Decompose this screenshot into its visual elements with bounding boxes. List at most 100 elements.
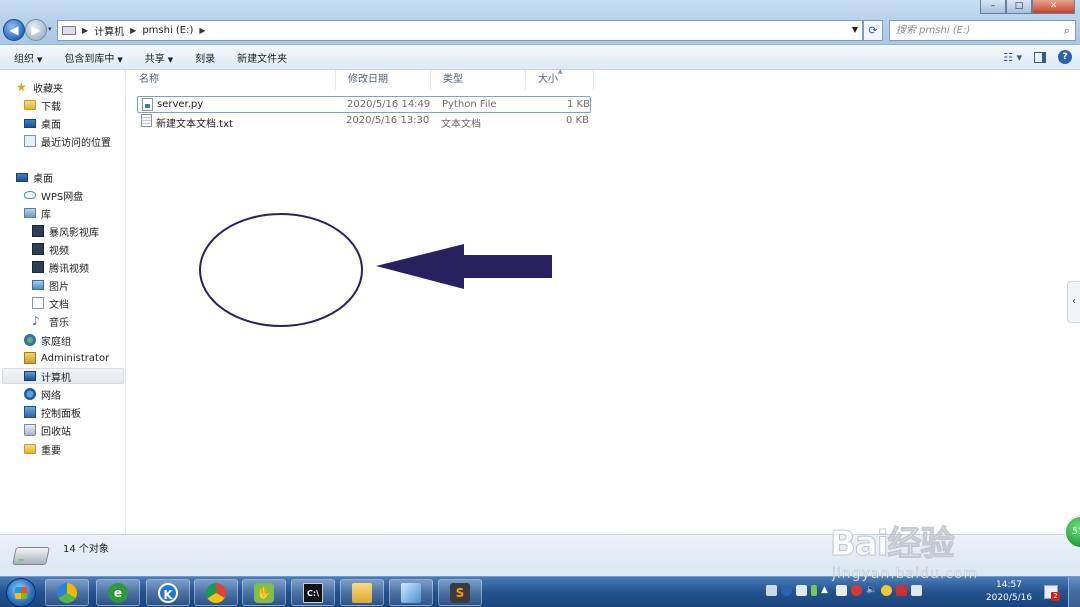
new-folder-button[interactable]: 新建文件夹: [237, 50, 287, 65]
sidebar-item-recent[interactable]: 最近访问的位置: [24, 133, 111, 149]
close-button[interactable]: ✕: [1032, 0, 1075, 14]
breadcrumb-drive[interactable]: pmshi (E:): [142, 25, 193, 36]
taskbar-app-k[interactable]: K: [146, 579, 190, 606]
sidebar-item-videos[interactable]: 视频: [32, 241, 69, 257]
sidebar-item-network[interactable]: 网络: [24, 386, 61, 402]
sidebar-item-label: 计算机: [41, 372, 71, 384]
preview-pane-icon[interactable]: [1034, 51, 1046, 63]
ie-browser-icon: e: [108, 583, 128, 603]
film-icon: [32, 243, 44, 255]
chevron-down-icon: ▼: [167, 55, 174, 64]
chevron-down-icon: ▼: [117, 55, 123, 64]
search-icon[interactable]: ⌕: [1064, 21, 1070, 40]
sidebar-item-administrator[interactable]: Administrator: [24, 350, 109, 366]
address-dropdown-icon[interactable]: ▼: [852, 25, 858, 34]
sidebar-item-desktop-fav[interactable]: 桌面: [24, 115, 61, 131]
python-file-icon: [142, 98, 153, 111]
sidebar-item-desktop[interactable]: 桌面: [16, 169, 53, 185]
sidebar-item-documents[interactable]: 文档: [32, 295, 69, 311]
side-panel-toggle[interactable]: ‹: [1067, 281, 1080, 323]
sidebar-item-label: 图片: [49, 281, 69, 293]
sidebar-item-label: 家庭组: [41, 336, 71, 348]
sidebar-item-libraries[interactable]: 库: [24, 205, 51, 221]
column-header-type[interactable]: 类型: [431, 70, 526, 90]
taskbar-app-360[interactable]: [45, 579, 89, 606]
document-icon: [32, 297, 44, 309]
file-size: 0 KB: [566, 115, 589, 126]
sidebar-item-baofeng[interactable]: 暴风影视库: [32, 223, 99, 239]
show-hidden-icons[interactable]: ▲: [821, 585, 832, 596]
text-file-icon: [141, 114, 152, 127]
homegroup-icon: [24, 334, 36, 346]
minimize-button[interactable]: –: [980, 0, 1006, 14]
sidebar-item-control-panel[interactable]: 控制面板: [24, 404, 81, 420]
file-modified: 2020/5/16 14:49: [347, 99, 431, 110]
clock[interactable]: 14:57 2020/5/16: [982, 579, 1036, 605]
column-header-modified[interactable]: 修改日期: [336, 70, 431, 90]
view-options-icon[interactable]: ☷ ▾: [1003, 51, 1022, 64]
sidebar-item-favorites[interactable]: ★ 收藏夹: [16, 79, 63, 95]
sidebar-item-label: 桌面: [41, 119, 61, 131]
sidebar-item-tencent-video[interactable]: 腾讯视频: [32, 259, 89, 275]
taskbar-app-explorer[interactable]: [340, 579, 384, 606]
music-note-icon: ♪: [32, 314, 40, 328]
breadcrumb-computer[interactable]: 计算机: [94, 23, 124, 38]
sidebar-item-homegroup[interactable]: 家庭组: [24, 332, 71, 348]
show-desktop-button[interactable]: [1068, 577, 1080, 607]
back-button[interactable]: ◀: [3, 19, 25, 41]
network-tray-icon[interactable]: [796, 585, 807, 596]
battery-icon[interactable]: [811, 585, 817, 596]
360-security-icon: [57, 583, 77, 603]
address-bar[interactable]: ▶ 计算机 ▶ pmshi (E:) ▶ ▼: [57, 20, 863, 41]
taskbar-app-ie[interactable]: e: [96, 579, 140, 606]
taskbar-app-chrome[interactable]: [194, 579, 238, 606]
taskbar-app-notepad[interactable]: [389, 579, 433, 606]
sidebar-item-pictures[interactable]: 图片: [32, 277, 69, 293]
recent-pages-dropdown[interactable]: ▾: [48, 25, 52, 33]
chevron-right-icon[interactable]: ▶: [199, 26, 205, 35]
volume-icon[interactable]: 🔈: [866, 585, 877, 596]
search-input[interactable]: 搜索 pmshi (E:) ⌕: [889, 20, 1076, 41]
include-in-library-menu[interactable]: 包含到库中 ▼: [64, 50, 122, 65]
pictures-icon: [32, 280, 44, 290]
taskbar-app-cmd[interactable]: C:\: [291, 579, 335, 606]
sidebar-item-important[interactable]: 重要: [24, 441, 61, 457]
clock-date: 2020/5/16: [985, 593, 1033, 603]
sidebar-item-wps-cloud[interactable]: WPS网盘: [24, 187, 83, 203]
clock-time: 14:57: [996, 580, 1022, 590]
chevron-right-icon[interactable]: ▶: [82, 26, 88, 35]
keyboard-icon[interactable]: [766, 585, 777, 596]
update-tray-icon[interactable]: [881, 585, 892, 596]
organize-label: 组织: [14, 53, 34, 65]
maximize-button[interactable]: □: [1006, 0, 1032, 14]
start-button[interactable]: [6, 578, 36, 607]
share-menu[interactable]: 共享 ▼: [145, 50, 173, 65]
column-header-name[interactable]: 名称: [127, 70, 336, 90]
chevron-down-icon: ▼: [37, 55, 43, 64]
recycle-bin-icon: [24, 424, 36, 436]
forward-button[interactable]: ▶: [25, 19, 47, 41]
sidebar-item-music[interactable]: ♪ 音乐: [32, 313, 69, 329]
sidebar-item-recycle-bin[interactable]: 回收站: [24, 422, 71, 438]
taskbar-app-gesture[interactable]: ✋: [242, 579, 286, 606]
drive-icon: [62, 26, 76, 35]
action-center-icon[interactable]: 2: [1044, 585, 1060, 601]
sidebar-item-label: 最近访问的位置: [41, 137, 111, 149]
sidebar-item-label: 视频: [49, 245, 69, 257]
burn-button[interactable]: 刻录: [195, 50, 215, 65]
sidebar-item-downloads[interactable]: 下载: [24, 97, 61, 113]
app-tray-icon[interactable]: [896, 585, 907, 596]
chevron-right-icon[interactable]: ▶: [130, 26, 136, 35]
security-tray-icon[interactable]: [851, 585, 862, 596]
sidebar-item-computer[interactable]: 计算机: [2, 368, 124, 384]
help-tray-icon[interactable]: [781, 585, 792, 596]
table-row[interactable]: 新建文本文档.txt 2020/5/16 13:30 文本文档 0 KB: [137, 113, 591, 130]
gesture-app-icon: ✋: [254, 583, 274, 603]
organize-menu[interactable]: 组织 ▼: [14, 50, 42, 65]
help-icon[interactable]: ?: [1058, 50, 1072, 64]
table-row[interactable]: server.py 2020/5/16 14:49 Python File 1 …: [137, 96, 591, 113]
refresh-button[interactable]: ⟳: [863, 20, 883, 41]
display-tray-icon[interactable]: [911, 585, 922, 596]
taskbar-app-sublime[interactable]: S: [438, 579, 482, 606]
device-tray-icon[interactable]: [836, 585, 847, 596]
